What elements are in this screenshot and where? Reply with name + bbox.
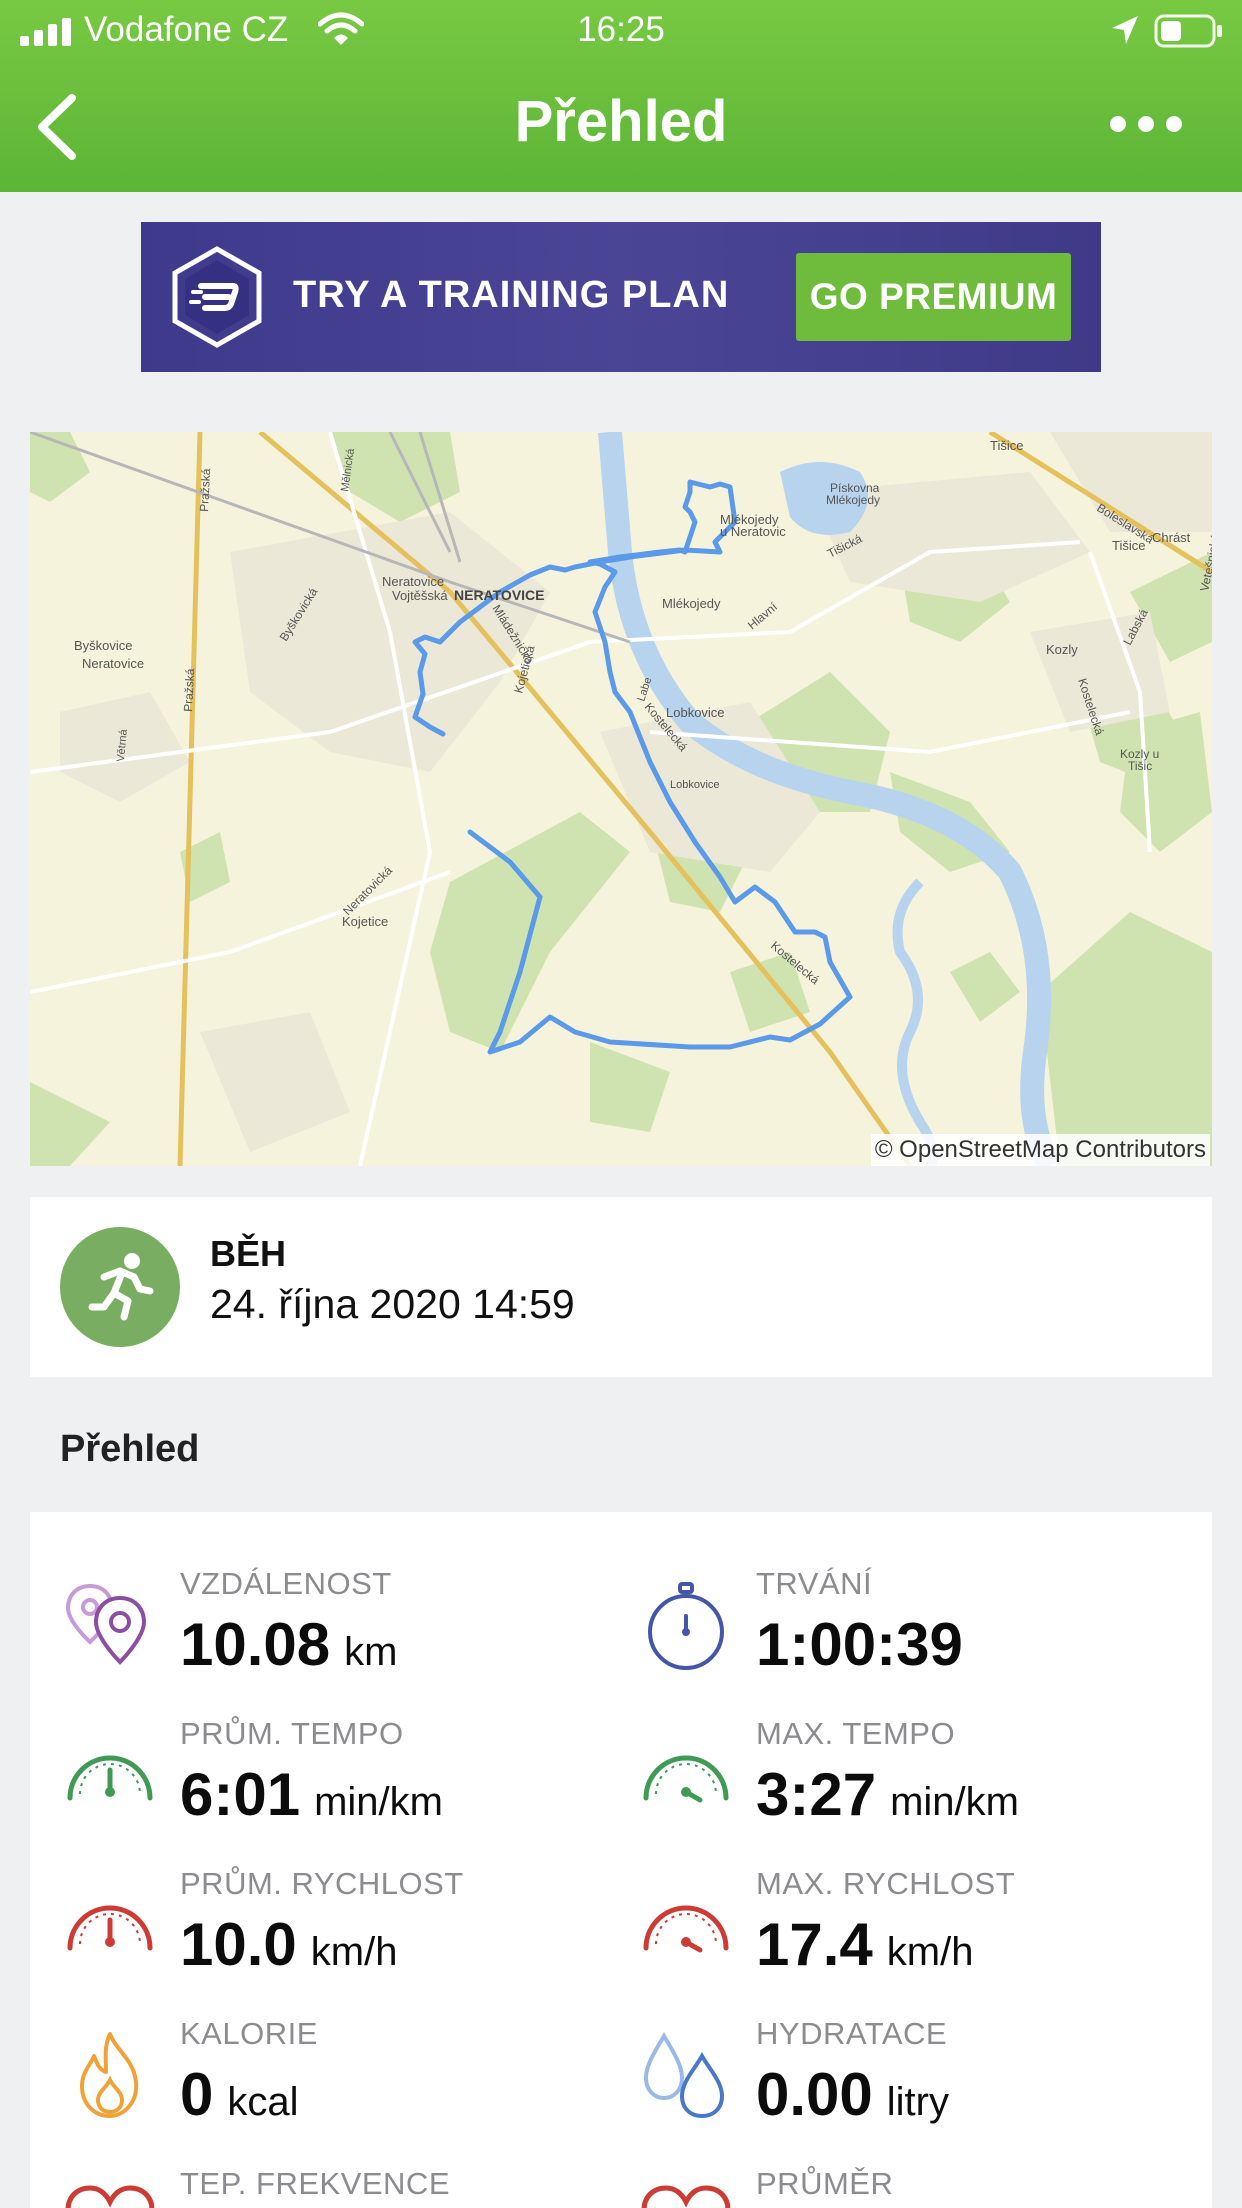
stats-card: VZDÁLENOST 10.08 km TRVÁNÍ 1:00:39 PRŮM. … <box>30 1512 1212 2208</box>
location-pins-icon <box>65 1583 147 1665</box>
speedometer-icon <box>67 1905 153 1951</box>
map-label: Kozly <box>1046 642 1078 657</box>
map-label: Vojtěšská <box>392 588 448 603</box>
speedometer-icon <box>643 1905 729 1953</box>
stat-value: 10.08 km <box>180 1611 398 1678</box>
stat-label: PRŮM. RYCHLOST <box>180 1866 464 1901</box>
map-attribution: © OpenStreetMap Contributors <box>870 1134 1210 1166</box>
stat-value: 17.4 km/h <box>756 1911 974 1978</box>
map-label: Tišic <box>1128 759 1152 773</box>
activity-icon-circle <box>60 1227 180 1347</box>
battery-icon <box>1154 14 1222 48</box>
flame-icon <box>80 2032 139 2118</box>
map-label: u Neratovic <box>720 524 786 539</box>
stat-avg-pace: PRŮM. TEMPO 6:01 min/km <box>60 1716 620 1856</box>
page-title: Přehled <box>514 89 728 154</box>
stat-label: TEP. FREKVENCE <box>180 2166 451 2201</box>
map-label: Pražská <box>197 468 213 512</box>
go-premium-button[interactable]: GO PREMIUM <box>796 253 1071 341</box>
stat-max-pace: MAX. TEMPO 3:27 min/km <box>636 1716 1196 1856</box>
map-label: Mlékojedy <box>826 493 880 507</box>
map-label: NERATOVICE <box>454 587 545 603</box>
map-label: Tišice <box>990 438 1023 453</box>
banner-text: TRY A TRAINING PLAN <box>293 274 730 316</box>
map-canvas: NERATOVICE Neratovice Vojtěšská Mlékojed… <box>30 432 1212 1166</box>
stat-label: PRŮM. TEMPO <box>180 1716 404 1751</box>
stat-hydration: HYDRATACE 0.00 litry <box>636 2016 1196 2156</box>
status-bar: Vodafone CZ 16:25 <box>0 0 1242 62</box>
route-map[interactable]: NERATOVICE Neratovice Vojtěšská Mlékojed… <box>30 432 1212 1166</box>
stat-value: 6:01 min/km <box>180 1761 443 1828</box>
activity-date: 24. října 2020 14:59 <box>210 1281 575 1327</box>
activity-card: BĚH 24. října 2020 14:59 <box>30 1197 1212 1377</box>
stat-max-speed: MAX. RYCHLOST 17.4 km/h <box>636 1866 1196 2006</box>
map-label: Labe <box>635 676 654 703</box>
map-label: Hlavní <box>745 599 781 632</box>
stat-average: PRŮMĚR <box>636 2166 1196 2208</box>
map-label: Mlékojedy <box>662 596 721 611</box>
top-bar: Vodafone CZ 16:25 Přehled <box>0 0 1242 192</box>
more-options-icon[interactable] <box>1108 104 1184 144</box>
section-title: Přehled <box>60 1428 200 1470</box>
map-label: Chrást <box>1152 530 1191 545</box>
speedometer-icon <box>67 1755 153 1801</box>
map-label: Lobkovice <box>670 779 720 791</box>
runtastic-logo-icon <box>172 246 262 348</box>
heart-icon <box>65 2185 155 2208</box>
map-label: Neratovice <box>82 656 144 671</box>
heart-icon <box>641 2185 731 2208</box>
stat-value: 3:27 min/km <box>756 1761 1019 1828</box>
water-drops-icon <box>643 2031 725 2119</box>
stat-heart-rate: TEP. FREKVENCE <box>60 2166 620 2208</box>
stat-label: PRŮMĚR <box>756 2166 894 2201</box>
stat-label: MAX. RYCHLOST <box>756 1866 1016 1901</box>
stat-label: MAX. TEMPO <box>756 1716 956 1751</box>
map-label: Lobkovice <box>666 705 725 720</box>
stat-value: 0 kcal <box>180 2061 299 2128</box>
stat-label: KALORIE <box>180 2016 318 2051</box>
stat-calories: KALORIE 0 kcal <box>60 2016 620 2156</box>
location-arrow-icon <box>1112 16 1138 44</box>
premium-banner[interactable]: TRY A TRAINING PLAN GO PREMIUM <box>141 222 1101 372</box>
map-label: Neratovická <box>340 863 395 918</box>
map-label: Pražská <box>181 668 197 712</box>
stat-value: 0.00 litry <box>756 2061 949 2128</box>
stat-avg-speed: PRŮM. RYCHLOST 10.0 km/h <box>60 1866 620 2006</box>
map-river-branch <box>892 878 939 1166</box>
stat-distance: VZDÁLENOST 10.08 km <box>60 1566 620 1706</box>
running-person-icon <box>88 1253 154 1321</box>
stat-value: 1:00:39 <box>756 1611 963 1678</box>
stopwatch-icon <box>648 1582 724 1670</box>
activity-type: BĚH <box>210 1233 287 1274</box>
map-label: Byškovice <box>74 638 133 653</box>
stat-label: HYDRATACE <box>756 2016 948 2051</box>
stat-label: TRVÁNÍ <box>756 1566 873 1601</box>
stat-value: 10.0 km/h <box>180 1911 398 1978</box>
map-label: Neratovice <box>382 574 444 589</box>
clock: 16:25 <box>577 10 665 49</box>
stat-label: VZDÁLENOST <box>180 1566 392 1601</box>
speedometer-icon <box>643 1755 729 1803</box>
stat-duration: TRVÁNÍ 1:00:39 <box>636 1566 1196 1706</box>
